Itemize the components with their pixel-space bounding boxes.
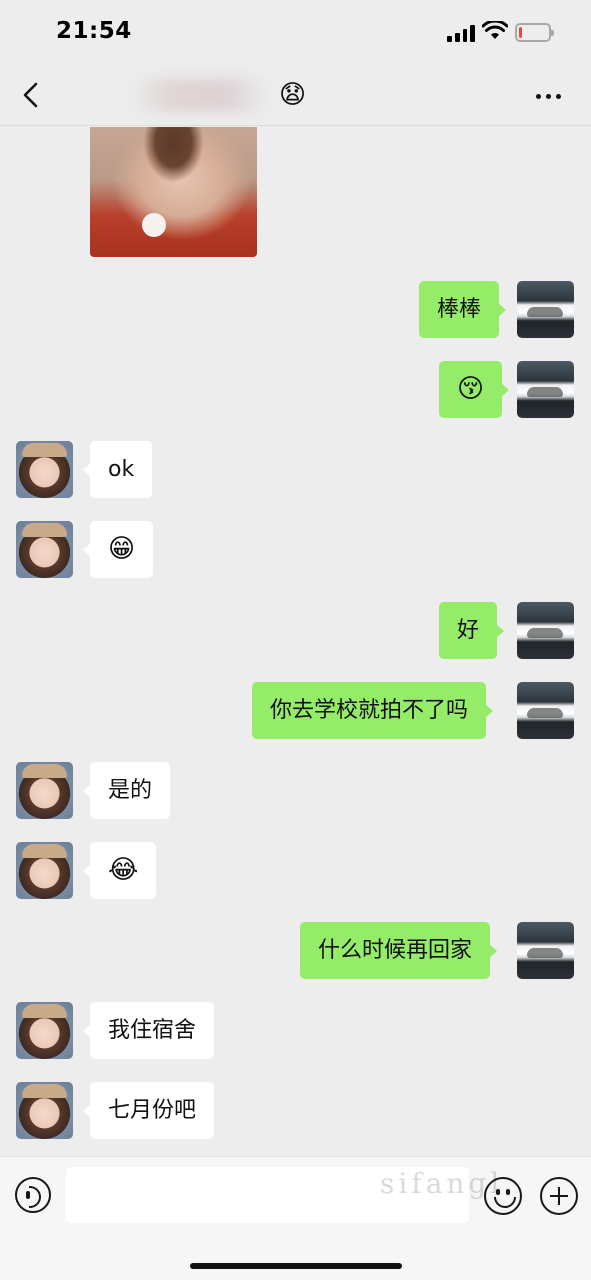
contact-avatar[interactable]: [16, 1002, 73, 1059]
my-avatar[interactable]: [517, 682, 574, 739]
message-bubble[interactable]: 你去学校就拍不了吗: [252, 682, 494, 739]
wifi-icon: [482, 21, 508, 39]
image-detail: [142, 213, 166, 237]
battery-icon: [515, 23, 554, 42]
contact-avatar[interactable]: [16, 842, 73, 899]
message-bubble[interactable]: 棒棒: [419, 281, 507, 338]
battery-level: [519, 27, 522, 38]
contact-avatar[interactable]: [16, 441, 73, 498]
chevron-left-icon[interactable]: [18, 80, 46, 110]
tears-of-joy-emoji: 😂: [108, 855, 139, 885]
emoji-icon[interactable]: [484, 1177, 522, 1215]
contact-avatar[interactable]: [16, 1082, 73, 1139]
chat-header: 😧: [0, 64, 591, 126]
message-input[interactable]: [66, 1167, 469, 1223]
message-bubble[interactable]: 是的: [82, 762, 171, 819]
message-bubble[interactable]: 什么时候再回家: [300, 922, 498, 979]
contact-avatar[interactable]: [16, 521, 73, 578]
contact-avatar[interactable]: [16, 762, 73, 819]
more-options-icon[interactable]: [536, 90, 570, 102]
emoji-message-bubble[interactable]: 😚: [439, 361, 510, 418]
contact-name-redacted: [130, 78, 270, 112]
message-list[interactable]: 棒棒 😚 ok 😁 好 你去学校就拍不了吗 是的 😂 什么时候再回家 我住宿舍 …: [0, 127, 591, 1156]
cellular-signal-icon: [447, 24, 475, 42]
kissing-face-emoji: 😚: [457, 374, 485, 404]
contact-name-emoji: 😧: [279, 80, 307, 110]
my-avatar[interactable]: [517, 281, 574, 338]
message-bubble[interactable]: ok: [82, 441, 153, 498]
message-bubble[interactable]: 我住宿舍: [82, 1002, 215, 1059]
my-avatar[interactable]: [517, 361, 574, 418]
emoji-message-bubble[interactable]: 😂: [82, 842, 157, 899]
plus-icon[interactable]: [540, 1177, 578, 1215]
message-bubble[interactable]: 七月份吧: [82, 1082, 215, 1139]
home-indicator: [190, 1263, 402, 1269]
status-bar: 21:54: [0, 0, 591, 64]
message-bubble[interactable]: 好: [439, 602, 505, 659]
emoji-message-bubble[interactable]: 😁: [82, 521, 154, 578]
my-avatar[interactable]: [517, 602, 574, 659]
image-message[interactable]: [90, 127, 257, 257]
my-avatar[interactable]: [517, 922, 574, 979]
status-time: 21:54: [56, 18, 132, 44]
voice-icon[interactable]: [15, 1177, 51, 1213]
grinning-face-emoji: 😁: [108, 534, 136, 564]
input-bar: sifangl: [0, 1156, 591, 1280]
